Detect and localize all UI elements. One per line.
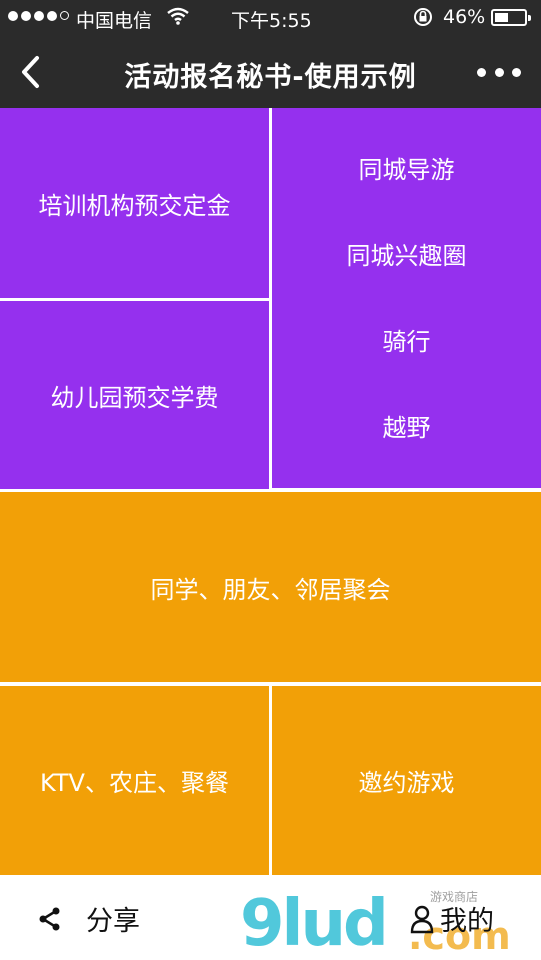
- tile-item-local-guide[interactable]: 同城导游: [272, 150, 541, 185]
- wifi-icon: [166, 5, 190, 32]
- tile-item-offroad[interactable]: 越野: [272, 408, 541, 443]
- tile-ktv[interactable]: KTV、农庄、聚餐: [0, 686, 269, 875]
- mine-label: 我的: [440, 906, 494, 937]
- battery-icon: [491, 9, 531, 26]
- share-icon: [39, 907, 60, 930]
- page-title: 活动报名秘书-使用示例: [124, 62, 417, 93]
- tile-games[interactable]: 邀约游戏: [272, 686, 541, 875]
- share-label: 分享: [86, 906, 140, 937]
- screen: 中国电信 下午5:55 46% 活动报名秘书-使用示例 培训机构预交定金 幼儿园…: [0, 0, 541, 960]
- lock-rotation-icon: [412, 6, 434, 33]
- status-bar: 中国电信 下午5:55 46%: [0, 0, 541, 36]
- tile-outdoor-activities: 同城导游 同城兴趣圈 骑行 越野: [272, 108, 541, 488]
- user-icon: [410, 905, 434, 933]
- bottom-toolbar: 分享 9lud .com 游戏商店 我的: [0, 875, 541, 960]
- tile-kindergarten-fee[interactable]: 幼儿园预交学费: [0, 301, 269, 489]
- more-button[interactable]: [477, 62, 521, 82]
- navigation-bar: 活动报名秘书-使用示例: [0, 36, 541, 108]
- tile-gathering[interactable]: 同学、朋友、邻居聚会: [0, 492, 541, 682]
- battery-percentage: 46%: [443, 6, 486, 28]
- status-time: 下午5:55: [231, 10, 312, 32]
- more-icon: [477, 67, 486, 77]
- svg-text:9lud: 9lud: [240, 887, 386, 957]
- share-button[interactable]: 分享: [36, 899, 140, 938]
- mine-button[interactable]: 我的: [410, 899, 494, 938]
- carrier-name: 中国电信: [76, 10, 153, 32]
- signal-strength-icon: [8, 11, 69, 21]
- tile-item-local-interest[interactable]: 同城兴趣圈: [272, 236, 541, 271]
- tile-item-cycling[interactable]: 骑行: [272, 322, 541, 357]
- tile-training-deposit[interactable]: 培训机构预交定金: [0, 108, 269, 298]
